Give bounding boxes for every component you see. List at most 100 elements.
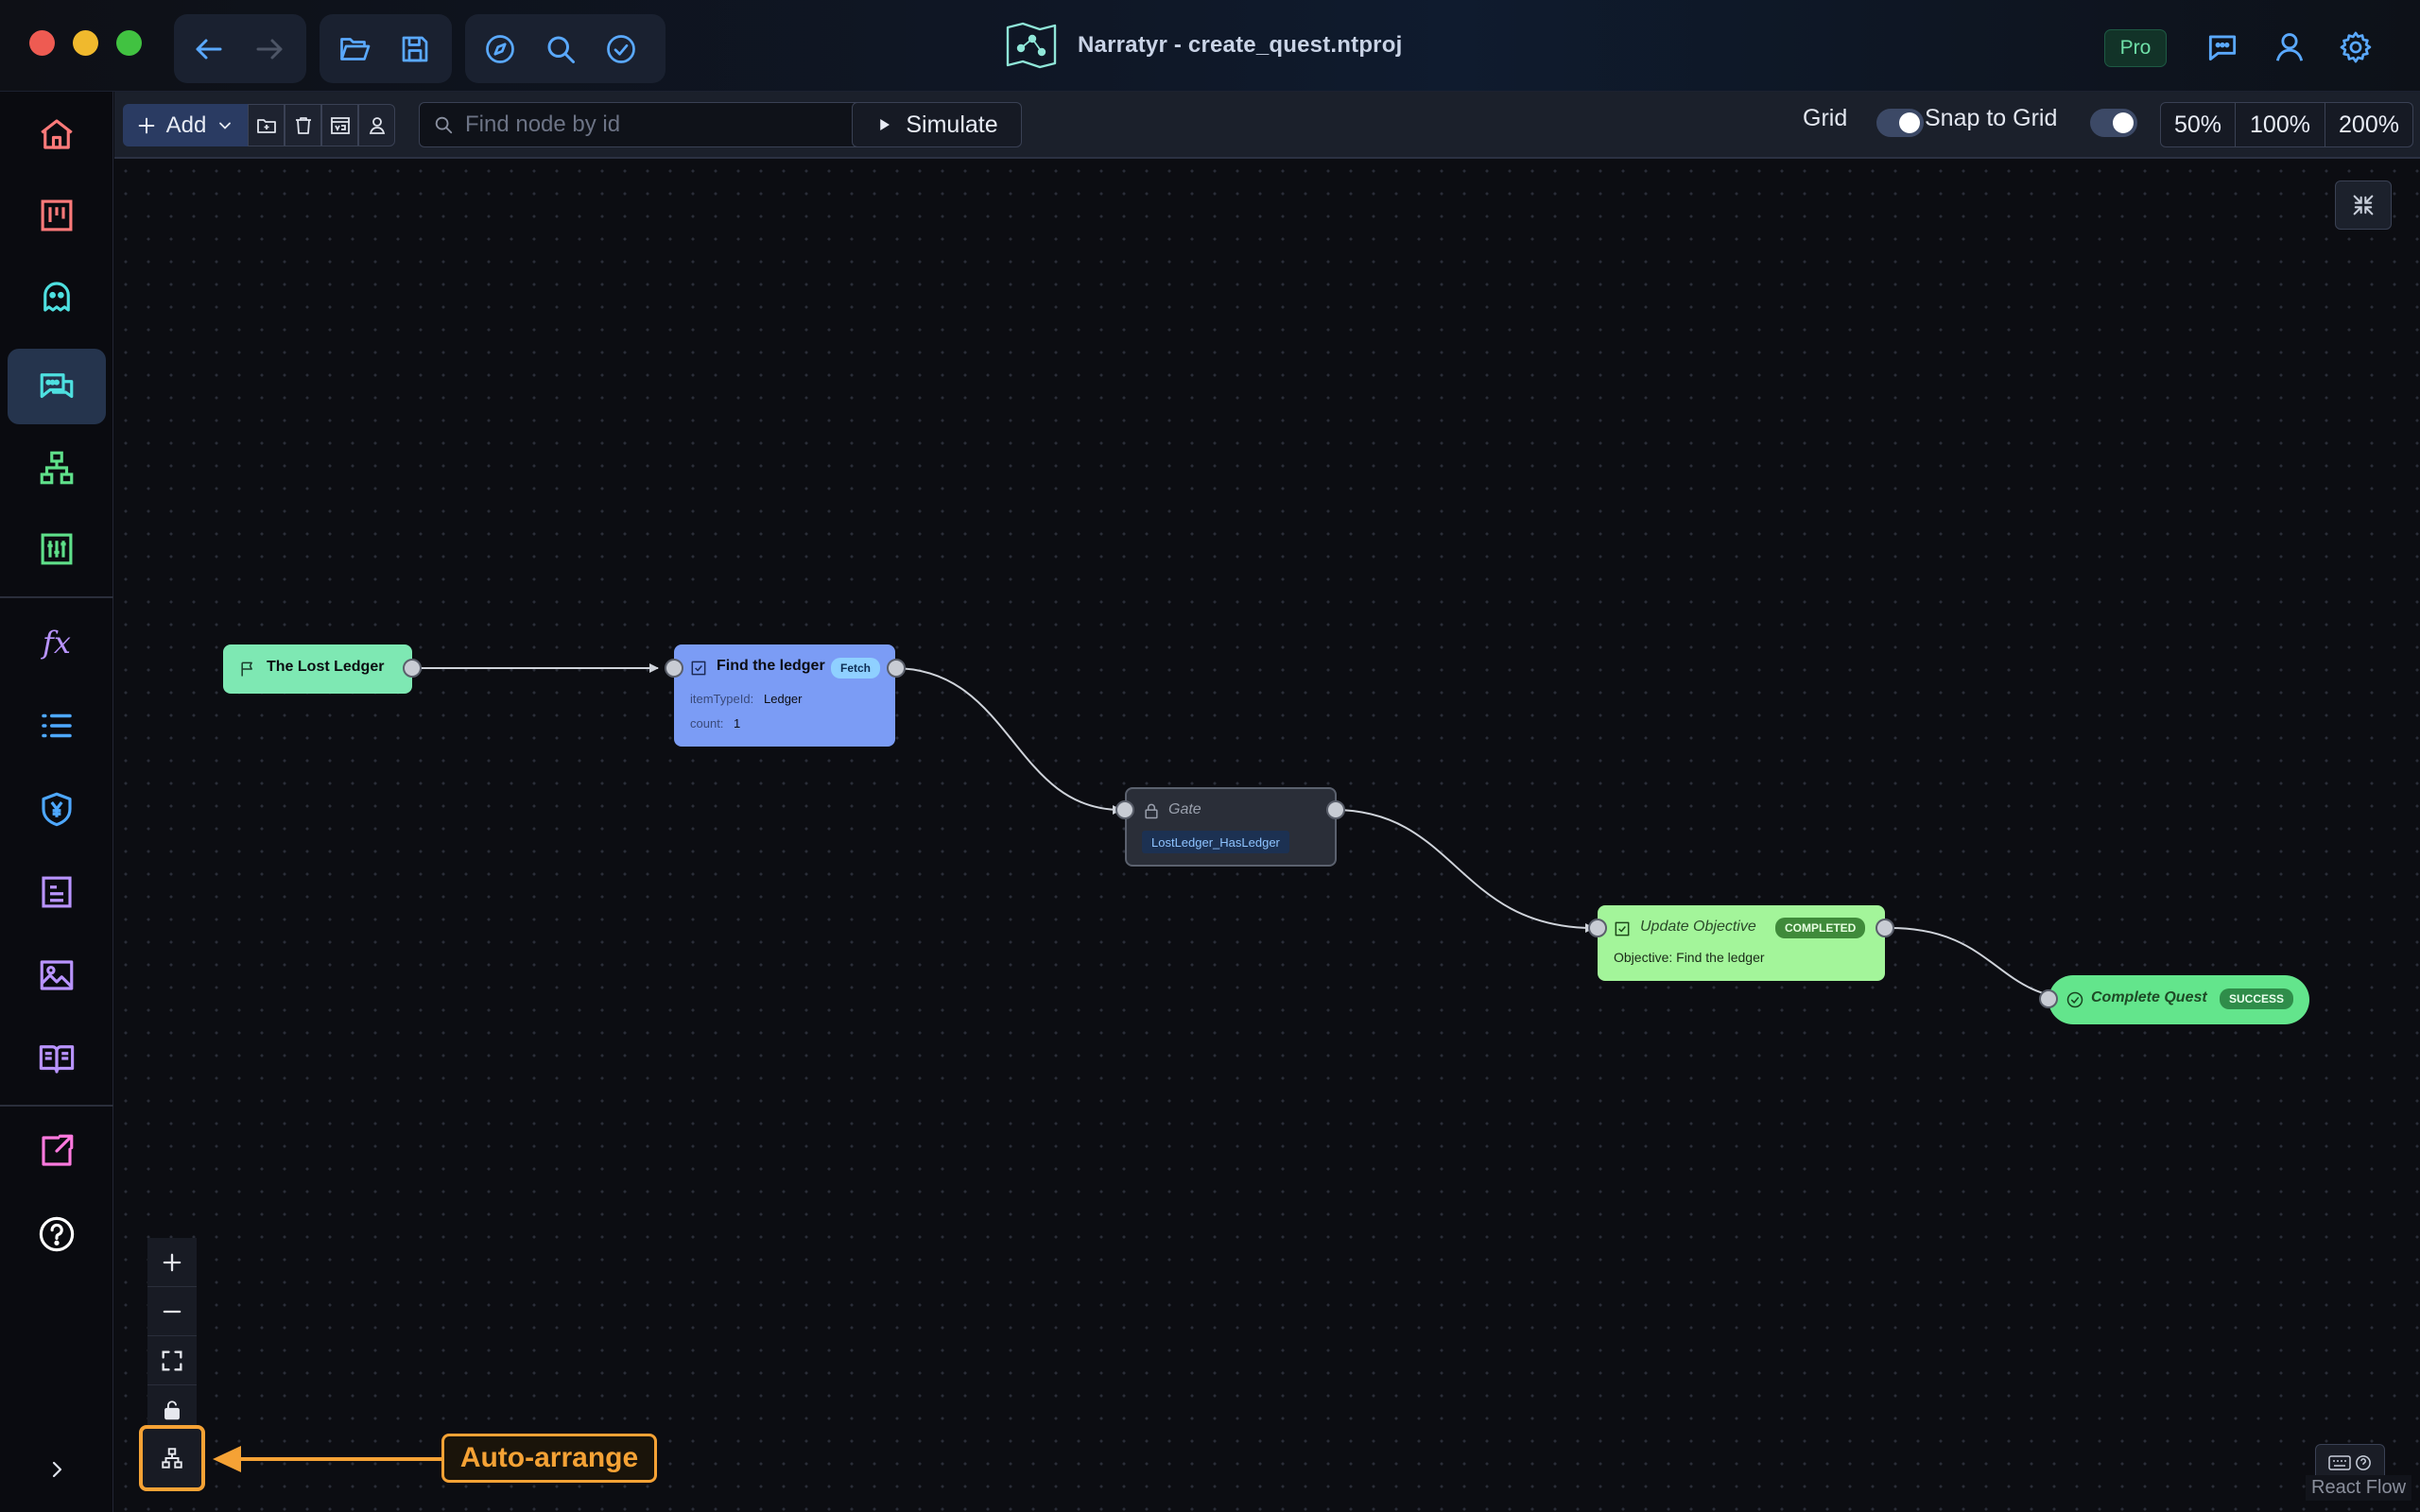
search-button[interactable] <box>533 22 588 77</box>
chat-bubbles-icon <box>40 373 74 399</box>
node-title: The Lost Ledger <box>267 659 385 675</box>
save-button[interactable] <box>388 22 442 77</box>
node-title: Gate <box>1168 801 1201 817</box>
trash-icon <box>295 116 311 134</box>
fit-view-button[interactable] <box>147 1336 197 1385</box>
window-maximize-button[interactable] <box>116 30 142 56</box>
editor-toolbar: Add Simulate Grid Snap to Grid 50% 100% … <box>114 92 2420 159</box>
app-title-group: Narratyr - create_quest.ntproj <box>1004 17 1402 74</box>
window-close-button[interactable] <box>29 30 55 56</box>
grid-toggle[interactable] <box>1876 109 1924 137</box>
zoom-50-button[interactable]: 50% <box>2160 102 2236 147</box>
feedback-button[interactable] <box>2200 25 2245 70</box>
account-button[interactable] <box>2267 25 2312 70</box>
sidebar-item-characters[interactable] <box>8 259 106 335</box>
node-type-badge: Fetch <box>831 658 881 679</box>
add-label: Add <box>165 112 207 138</box>
react-flow-attribution[interactable]: React Flow <box>2306 1475 2412 1501</box>
sidebar-item-export[interactable] <box>8 1113 106 1189</box>
node-update-objective[interactable]: Update Objective COMPLETED Objective: Fi… <box>1588 905 1894 981</box>
zoom-in-icon <box>163 1253 182 1271</box>
file-group <box>320 14 452 83</box>
back-button[interactable] <box>182 22 236 77</box>
target-handle[interactable] <box>1588 919 1607 937</box>
node-gate[interactable]: Gate LostLedger_HasLedger <box>1115 787 1345 867</box>
callout-arrow <box>213 1446 441 1472</box>
checkbox-icon <box>1615 921 1630 936</box>
node-fetch[interactable]: Find the ledger Fetch itemTypeId: Ledger… <box>665 644 906 747</box>
window-minimize-button[interactable] <box>73 30 98 56</box>
new-folder-button[interactable] <box>248 104 285 146</box>
assign-character-button[interactable] <box>358 104 395 146</box>
hierarchy-icon <box>40 451 74 485</box>
auto-arrange-callout: Auto-arrange <box>441 1434 657 1483</box>
status-badge: SUCCESS <box>2220 988 2294 1009</box>
sidebar-item-help[interactable] <box>8 1196 106 1272</box>
add-node-button[interactable]: Add <box>123 104 248 146</box>
source-handle[interactable] <box>1876 919 1894 937</box>
navigate-button[interactable] <box>473 22 527 77</box>
history-group <box>174 14 306 83</box>
validate-button[interactable] <box>594 22 648 77</box>
validate-check-icon <box>607 34 635 63</box>
auto-arrange-icon <box>162 1448 182 1469</box>
window-title: Narratyr - create_quest.ntproj <box>1078 32 1403 58</box>
book-icon <box>39 1045 75 1074</box>
pro-badge[interactable]: Pro <box>2104 29 2167 67</box>
target-handle[interactable] <box>665 659 683 678</box>
open-project-button[interactable] <box>327 22 382 77</box>
field-value: Ledger <box>764 692 803 706</box>
zoom-100-button[interactable]: 100% <box>2235 102 2325 147</box>
sidebar-item-lists[interactable] <box>8 688 106 764</box>
zoom-out-button[interactable] <box>147 1287 197 1336</box>
target-handle[interactable] <box>2039 989 2058 1008</box>
zoom-200-button[interactable]: 200% <box>2325 102 2413 147</box>
zoom-out-icon <box>163 1310 182 1313</box>
zoom-in-button[interactable] <box>147 1238 197 1287</box>
sidebar-item-dialogue[interactable] <box>8 349 106 424</box>
snap-toggle[interactable] <box>2090 109 2137 137</box>
fullscreen-button[interactable] <box>2335 180 2392 230</box>
status-badge: COMPLETED <box>1775 918 1866 938</box>
search-input[interactable] <box>465 112 919 138</box>
sliders-icon <box>41 533 73 565</box>
source-handle[interactable] <box>1326 800 1345 819</box>
compass-icon <box>486 34 514 63</box>
source-handle[interactable] <box>403 659 422 678</box>
sidebar-item-assets[interactable] <box>8 937 106 1013</box>
kanban-icon <box>41 199 73 232</box>
settings-button[interactable] <box>2333 25 2378 70</box>
delete-button[interactable] <box>285 104 321 146</box>
plus-icon <box>138 117 154 133</box>
grid-label: Grid <box>1803 105 1848 131</box>
node-title: Complete Quest <box>2091 989 2207 1005</box>
sidebar-item-functions[interactable]: fx <box>8 605 106 680</box>
sidebar-item-home[interactable] <box>8 96 106 172</box>
edge-gate-to-update[interactable] <box>1333 809 1595 933</box>
expand-sidebar-button[interactable] <box>19 1432 95 1507</box>
node-quest-start[interactable]: The Lost Ledger <box>223 644 422 694</box>
graph-canvas[interactable]: The Lost Ledger Find the ledger Fetch it… <box>114 160 2420 1512</box>
target-handle[interactable] <box>1115 800 1134 819</box>
forward-button[interactable] <box>242 22 297 77</box>
variables-panel-button[interactable] <box>321 104 358 146</box>
chevron-right-icon <box>52 1461 62 1478</box>
source-handle[interactable] <box>887 659 906 678</box>
sidebar-item-quest-graph[interactable] <box>8 430 106 506</box>
simulate-button[interactable]: Simulate <box>852 102 1022 147</box>
sidebar-item-localization[interactable] <box>8 1021 106 1096</box>
sidebar-item-ui-screens[interactable] <box>8 854 106 930</box>
search-icon <box>435 116 453 134</box>
node-complete-quest[interactable]: Complete Quest SUCCESS <box>2039 975 2309 1024</box>
search-icon <box>547 36 575 63</box>
auto-arrange-button[interactable] <box>139 1425 205 1491</box>
edge-fetch-to-gate[interactable] <box>892 667 1122 815</box>
var-box-icon <box>330 116 350 134</box>
sidebar-item-economy[interactable] <box>8 771 106 847</box>
sidebar-item-board[interactable] <box>8 178 106 253</box>
sidebar-item-variables[interactable] <box>8 511 106 587</box>
toggle-knob <box>2113 112 2134 133</box>
title-bar: Narratyr - create_quest.ntproj Pro <box>0 0 2420 92</box>
check-circle-icon <box>2066 991 2083 1008</box>
fx-icon: fx <box>43 625 71 661</box>
